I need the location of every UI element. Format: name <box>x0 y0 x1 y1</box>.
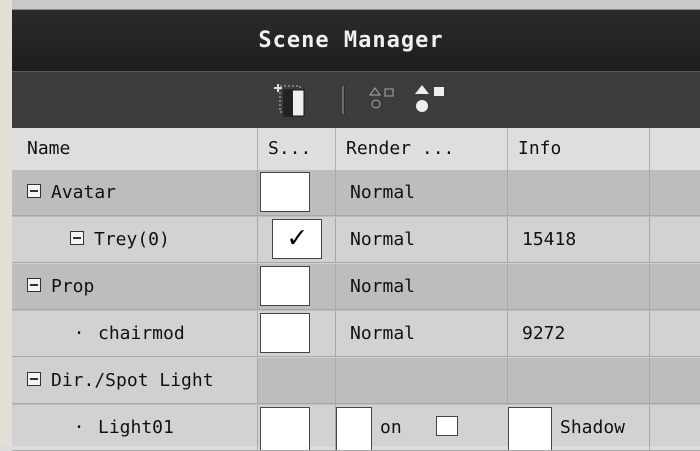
table-row[interactable]: Avatar Normal <box>12 170 700 217</box>
row-name: chairmod <box>98 323 185 344</box>
panel-title-bar: Scene Manager <box>12 10 700 71</box>
table-row[interactable]: Dir./Spot Light <box>12 358 700 405</box>
selected-checkbox[interactable] <box>260 172 310 212</box>
scene-manager-panel: Scene Manager Name S... Render ... Info … <box>12 0 700 451</box>
column-header-empty <box>650 128 700 170</box>
render-cell[interactable]: Normal <box>336 311 508 357</box>
selected-cell <box>258 358 336 404</box>
selected-checkbox[interactable] <box>260 313 310 353</box>
row-name: Trey(0) <box>94 229 170 250</box>
light-option-wrapper <box>436 405 458 450</box>
info-cell <box>508 264 650 310</box>
collapse-icon[interactable] <box>27 372 41 386</box>
selected-cell <box>258 264 336 310</box>
collapse-icon[interactable] <box>27 184 41 198</box>
name-cell: Prop <box>12 264 258 310</box>
render-cell[interactable]: Normal <box>336 217 508 263</box>
render-cell <box>336 358 508 404</box>
shapes-icon[interactable] <box>412 82 448 118</box>
name-cell: Avatar <box>12 170 258 216</box>
name-cell: · chairmod <box>12 311 258 357</box>
row-name: Prop <box>51 276 95 297</box>
name-cell: Trey(0) <box>12 217 258 263</box>
table-row[interactable]: Trey(0) ✓ Normal 15418 <box>12 217 700 264</box>
row-name: Light01 <box>98 417 174 438</box>
name-cell: · Light01 <box>12 405 258 451</box>
new-layer-icon[interactable] <box>274 82 310 118</box>
selected-checkbox[interactable] <box>260 266 310 306</box>
selected-cell: ✓ <box>258 217 336 263</box>
selected-checkbox[interactable] <box>260 407 310 450</box>
table-row[interactable]: · chairmod Normal 9272 <box>12 311 700 358</box>
info-cell: 15418 <box>508 217 650 263</box>
extra-cell <box>650 217 700 263</box>
shadow-label: Shadow <box>560 417 626 438</box>
extra-cell <box>650 170 700 216</box>
selected-cell <box>258 170 336 216</box>
bullet-icon: · <box>73 417 85 438</box>
bullet-icon: · <box>73 323 85 344</box>
column-header-selected[interactable]: S... <box>258 128 336 170</box>
extra-cell <box>650 311 700 357</box>
extra-cell <box>650 405 700 451</box>
table-header: Name S... Render ... Info <box>12 128 700 171</box>
shadow-checkbox[interactable] <box>508 407 552 450</box>
row-name: Avatar <box>51 182 117 203</box>
selected-checkbox[interactable]: ✓ <box>272 219 322 259</box>
column-header-name[interactable]: Name <box>12 128 258 170</box>
collapse-icon[interactable] <box>70 231 84 245</box>
select-objects-icon[interactable] <box>367 82 403 118</box>
column-header-render[interactable]: Render ... <box>336 128 508 170</box>
column-header-info[interactable]: Info <box>508 128 650 170</box>
info-cell <box>508 170 650 216</box>
toolbar-separator <box>342 86 345 114</box>
row-name: Dir./Spot Light <box>51 370 214 391</box>
checkmark-icon: ✓ <box>287 220 307 255</box>
light-toggle-cell: on <box>336 405 508 451</box>
extra-cell <box>650 264 700 310</box>
shadow-cell: Shadow <box>508 405 650 451</box>
panel-top-edge <box>12 0 700 10</box>
render-cell[interactable]: Normal <box>336 170 508 216</box>
selected-cell <box>258 405 336 451</box>
selected-cell <box>258 311 336 357</box>
collapse-icon[interactable] <box>27 278 41 292</box>
light-on-checkbox[interactable] <box>336 407 372 450</box>
light-option-checkbox[interactable] <box>436 416 458 436</box>
table-row[interactable]: · Light01 on Shadow <box>12 405 700 451</box>
info-cell <box>508 358 650 404</box>
light-on-label: on <box>380 417 402 438</box>
name-cell: Dir./Spot Light <box>12 358 258 404</box>
render-cell[interactable]: Normal <box>336 264 508 310</box>
panel-title: Scene Manager <box>258 28 444 53</box>
info-cell: 9272 <box>508 311 650 357</box>
toolbar <box>12 71 700 129</box>
table-row[interactable]: Prop Normal <box>12 264 700 311</box>
extra-cell <box>650 358 700 404</box>
